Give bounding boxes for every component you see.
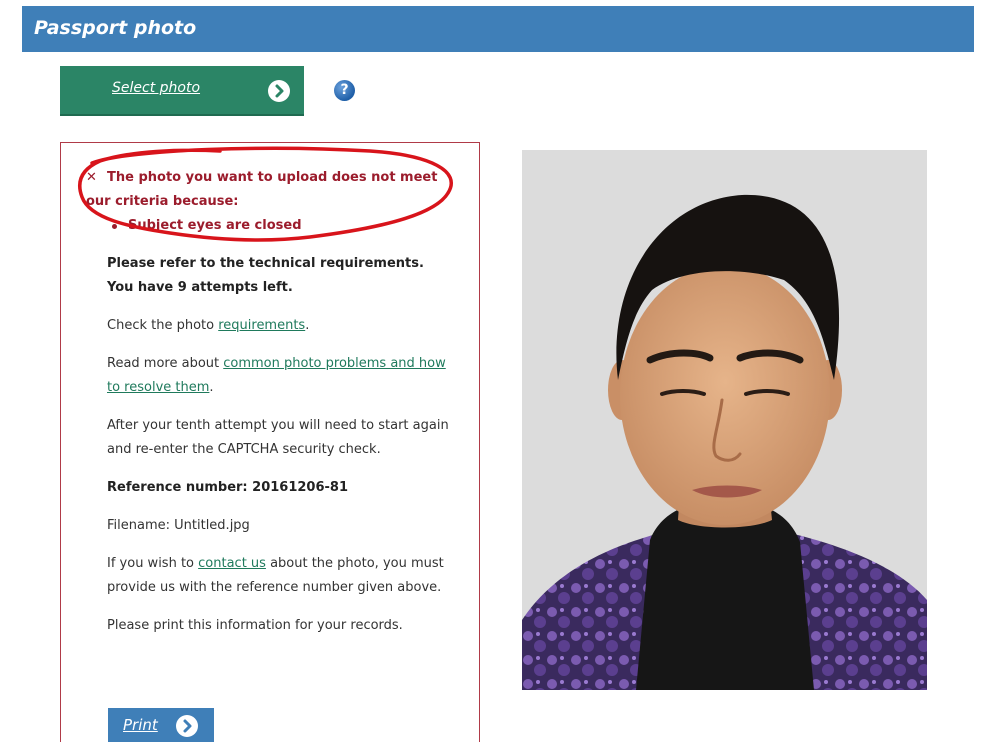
- read-more: Read more about common photo problems an…: [107, 352, 457, 400]
- print-notice: Please print this information for your r…: [107, 618, 403, 633]
- select-photo-button[interactable]: Select photo: [60, 66, 304, 116]
- check-prefix: Check the photo: [107, 318, 219, 333]
- select-photo-label: Select photo: [112, 80, 201, 96]
- requirements-line-1: Please refer to the technical requiremen…: [107, 256, 424, 271]
- reference-number: Reference number: 20161206-81: [107, 480, 348, 495]
- check-suffix: .: [305, 318, 310, 333]
- arrow-right-circle-icon: [176, 715, 198, 737]
- requirements-notice: Please refer to the technical requiremen…: [107, 252, 457, 300]
- filename: Filename: Untitled.jpg: [107, 518, 250, 533]
- hand-drawn-annotation-circle: [78, 146, 453, 242]
- contact-notice: If you wish to contact us about the phot…: [107, 552, 457, 600]
- page-title: Passport photo: [34, 17, 197, 39]
- tenth-attempt-notice: After your tenth attempt you will need t…: [107, 418, 449, 457]
- contact-us-link[interactable]: contact us: [198, 556, 266, 571]
- arrow-right-circle-icon: [268, 80, 290, 102]
- contact-prefix: If you wish to: [107, 556, 199, 571]
- attempts-left: You have 9 attempts left.: [107, 280, 293, 295]
- info-text: Please refer to the technical requiremen…: [107, 252, 457, 652]
- requirements-link[interactable]: requirements: [218, 318, 305, 333]
- print-button[interactable]: Print: [108, 708, 214, 742]
- question-circle-icon[interactable]: ?: [334, 80, 355, 101]
- check-requirements: Check the photo requirements.: [107, 314, 457, 338]
- uploaded-photo-preview: [522, 150, 927, 690]
- portrait-illustration: [522, 150, 927, 690]
- page-header: Passport photo: [22, 6, 974, 52]
- print-label: Print: [123, 716, 158, 734]
- read-suffix: .: [209, 380, 214, 395]
- read-prefix: Read more about: [107, 356, 224, 371]
